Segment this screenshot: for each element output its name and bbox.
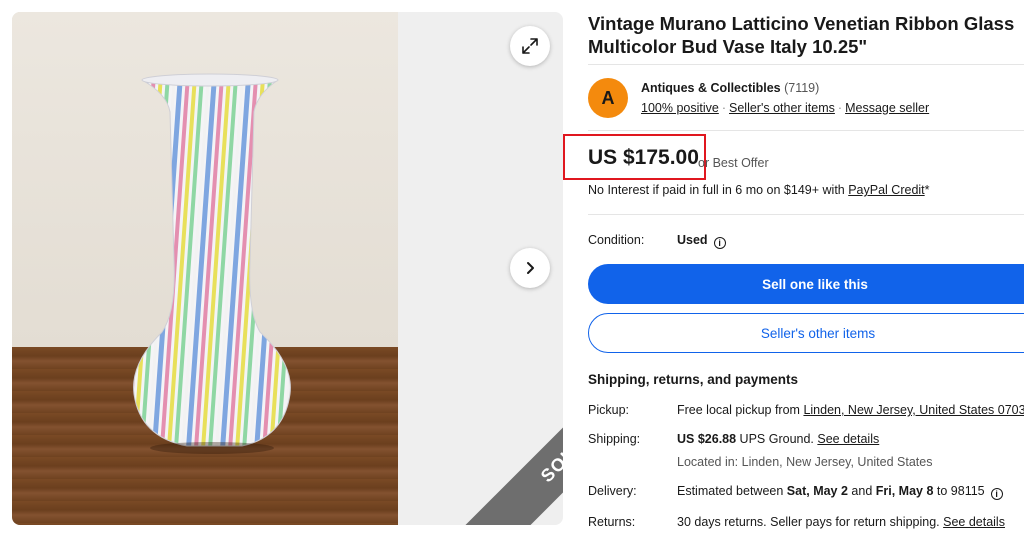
shipping-value: US $26.88 UPS Ground. See details [677,432,879,446]
returns-label: Returns: [588,515,636,529]
next-image-button[interactable] [510,248,550,288]
shipping-see-details-link[interactable]: See details [817,432,879,446]
divider [588,64,1024,65]
delivery-info-icon[interactable]: i [990,488,1003,500]
divider [588,130,1024,131]
shipping-section-title: Shipping, returns, and payments [588,372,799,387]
shipping-method: UPS Ground. [736,432,818,446]
vase-image [133,73,291,454]
positive-feedback-link[interactable]: 100% positive [641,101,719,115]
delivery-end: Fri, May 8 [875,484,934,498]
pickup-prefix: Free local pickup from [677,403,804,417]
price: US $175.00 [588,146,699,169]
condition-label: Condition: [588,233,645,247]
delivery-and: and [847,484,876,498]
seller-feedback-count: (7119) [784,81,820,95]
expand-button[interactable] [510,26,550,66]
delivery-value: Estimated between Sat, May 2 and Fri, Ma… [677,484,1003,500]
other-items-button-label: Seller's other items [760,325,876,341]
sold-label: SOLD [536,433,563,486]
separator: · [721,101,726,115]
item-location: Located in: Linden, New Jersey, United S… [677,455,933,469]
pickup-location-link[interactable]: Linden, New Jersey, United States 07036 [803,403,1024,417]
delivery-suffix: to 98115 [933,484,985,498]
separator: · [837,101,843,115]
chevron-right-icon [527,262,534,274]
shipping-cost: US $26.88 [677,432,737,446]
pickup-label: Pickup: [588,403,629,417]
pickup-value: Free local pickup from Linden, New Jerse… [677,403,1024,417]
paypal-credit-line: No Interest if paid in full in 6 mo on $… [588,183,930,197]
divider [588,214,1024,215]
product-photo[interactable] [12,12,398,525]
seller-name[interactable]: Antiques & Collectibles (7119) [641,81,819,95]
info-icon[interactable]: i [713,237,726,249]
shipping-label: Shipping: [588,432,641,446]
condition-value: Used i [677,233,726,249]
seller-links: 100% positive · Seller's other items · Messa… [641,101,929,115]
sell-button-label: Sell one like this [762,276,868,292]
sellers-other-items-button[interactable]: Seller's other items [588,313,1024,353]
sold-ribbon: SOLD [454,351,563,525]
credit-suffix: * [924,183,930,197]
credit-prefix: No Interest if paid in full in 6 mo on $… [588,183,849,197]
sell-one-like-this-button[interactable]: Sell one like this [588,264,1024,304]
listing-title: Vintage Murano Latticino Venetian Ribbon… [588,13,1015,57]
seller-avatar[interactable]: A [588,78,628,118]
delivery-label: Delivery: [588,484,637,498]
returns-text: 30 days returns. Seller pays for return … [677,515,944,529]
message-seller-link[interactable]: Message seller [845,101,929,115]
expand-icon [522,38,538,54]
delivery-prefix: Estimated between [677,484,787,498]
returns-value: 30 days returns. Seller pays for return … [677,515,1005,529]
seller-name-text[interactable]: Antiques & Collectibles [641,81,781,95]
best-offer-label: or Best Offer [698,156,769,170]
paypal-credit-link[interactable]: PayPal Credit [848,183,924,197]
seller-other-items-link[interactable]: Seller's other items [729,101,835,115]
condition-value-text: Used [677,233,708,247]
image-gallery: SOLD [12,12,563,525]
delivery-start: Sat, May 2 [786,484,848,498]
returns-see-details-link[interactable]: See details [943,515,1005,529]
